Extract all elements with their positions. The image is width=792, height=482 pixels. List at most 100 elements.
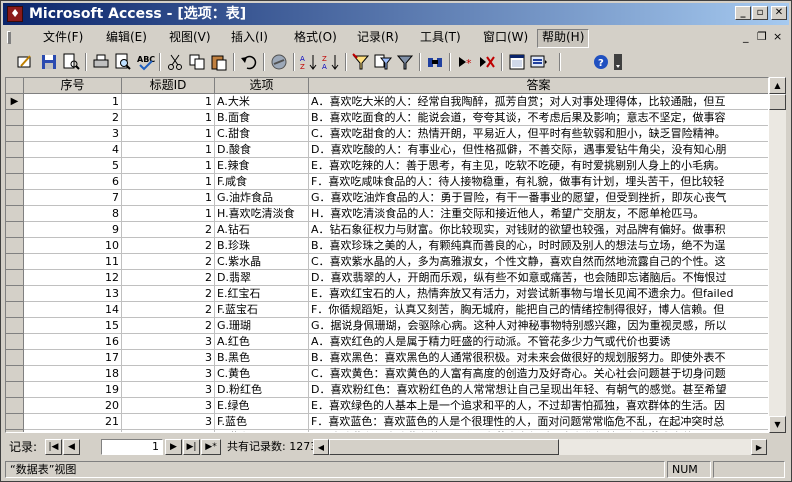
cell-answer[interactable]: G．喜欢紫色：喜欢紫色的人是个具有艺术家气质，富有秘般美，很有艺术家的 xyxy=(309,430,768,432)
cell-answer[interactable]: A．喜欢吃大米的人：经常自我陶醉，孤芳自赏；对人对事处理得体，比较通融，但互 xyxy=(309,94,768,110)
cell-answer[interactable]: A．钻石象征权力与财富。你比较现实，对钱财的欲望也较强，对品牌有偏好。做事积 xyxy=(309,222,768,238)
cell-title-id[interactable]: 1 xyxy=(122,158,215,174)
table-row[interactable]: 18 3 C.黄色 C．喜欢黄色：喜欢黄色的人富有高度的创造力及好奇心。关心社会问题甚… xyxy=(6,366,768,382)
menu-format[interactable]: 格式(O) xyxy=(290,29,341,46)
table-row[interactable]: 19 3 D.粉红色 D．喜欢粉红色：喜欢粉红色的人常常想让自己呈现出年轻、有朝气的感… xyxy=(6,382,768,398)
record-selector[interactable] xyxy=(6,206,24,222)
cell-title-id[interactable]: 2 xyxy=(122,286,215,302)
menu-window[interactable]: 窗口(W) xyxy=(479,29,532,46)
cell-option[interactable]: E.辣食 xyxy=(215,158,309,174)
menu-view[interactable]: 视图(V) xyxy=(165,29,215,46)
paste-icon[interactable] xyxy=(209,52,229,72)
cell-answer[interactable]: B．喜欢吃面食的人：能说会道，夸夸其谈，不考虑后果及影响；意志不坚定，做事容 xyxy=(309,110,768,126)
current-record-input[interactable]: 1 xyxy=(101,439,163,455)
first-record-button[interactable]: |◀ xyxy=(45,439,62,455)
cell-answer[interactable]: H．喜欢吃清淡食品的人：注重交际和接近他人，希望广交朋友，不愿单枪匹马。 xyxy=(309,206,768,222)
menu-grip-icon[interactable] xyxy=(5,29,17,45)
cell-option[interactable]: C.紫水晶 xyxy=(215,254,309,270)
scroll-up-icon[interactable]: ▲ xyxy=(769,77,786,94)
mdi-restore-button[interactable]: ❐ xyxy=(757,31,767,43)
record-selector[interactable] xyxy=(6,414,24,430)
cell-id[interactable]: 2 xyxy=(24,110,122,126)
search-file-icon[interactable] xyxy=(61,52,81,72)
scroll-down-icon[interactable]: ▼ xyxy=(769,416,786,433)
cell-title-id[interactable]: 3 xyxy=(122,430,215,432)
cell-answer[interactable]: F．喜欢蓝色：喜欢蓝色的人是个很理性的人，面对问题常常临危不乱，在起冲突时总 xyxy=(309,414,768,430)
menu-insert[interactable]: 插入(I) xyxy=(227,29,272,46)
record-selector[interactable] xyxy=(6,430,24,432)
table-row[interactable]: 8 1 H.喜欢吃清淡食 H．喜欢吃清淡食品的人：注重交际和接近他人，希望广交朋友，不… xyxy=(6,206,768,222)
scroll-left-icon[interactable]: ◀ xyxy=(313,439,329,455)
cell-option[interactable]: B.面食 xyxy=(215,110,309,126)
menu-records[interactable]: 记录(R) xyxy=(353,29,403,46)
table-row[interactable]: 2 1 B.面食 B．喜欢吃面食的人：能说会道，夸夸其谈，不考虑后果及影响；意志不坚定… xyxy=(6,110,768,126)
cell-title-id[interactable]: 1 xyxy=(122,190,215,206)
table-row[interactable]: 11 2 C.紫水晶 C．喜欢紫水晶的人，多为高雅淑女，个性文静，喜欢自然而然地流露自… xyxy=(6,254,768,270)
record-selector[interactable] xyxy=(6,254,24,270)
hyperlink-icon[interactable] xyxy=(269,52,289,72)
record-selector[interactable] xyxy=(6,318,24,334)
menu-file[interactable]: 文件(F) xyxy=(39,29,87,46)
mdi-close-button[interactable]: × xyxy=(773,31,782,43)
find-icon[interactable] xyxy=(425,52,445,72)
cell-id[interactable]: 17 xyxy=(24,350,122,366)
cell-option[interactable]: B.黑色 xyxy=(215,350,309,366)
filter-by-form-icon[interactable] xyxy=(373,52,393,72)
mdi-minimize-button[interactable]: _ xyxy=(743,31,749,43)
cell-option[interactable]: G.紫色 xyxy=(215,430,309,432)
access-key-icon[interactable]: ♦ xyxy=(7,6,23,22)
cell-option[interactable]: G.油炸食品 xyxy=(215,190,309,206)
title-bar[interactable]: ♦ Microsoft Access - [选项：表] _ ▫ ✕ xyxy=(3,3,789,25)
table-row[interactable]: 12 2 D.翡翠 D．喜欢翡翠的人，开朗而乐观，纵有些不如意或痛苦，也会随即忘诸脑后… xyxy=(6,270,768,286)
cell-answer[interactable]: D．喜欢翡翠的人，开朗而乐观，纵有些不如意或痛苦，也会随即忘诸脑后。不悔恨过 xyxy=(309,270,768,286)
undo-icon[interactable] xyxy=(239,52,259,72)
cell-title-id[interactable]: 1 xyxy=(122,110,215,126)
cell-title-id[interactable]: 2 xyxy=(122,318,215,334)
record-selector[interactable] xyxy=(6,334,24,350)
save-icon[interactable] xyxy=(39,52,59,72)
cell-id[interactable]: 16 xyxy=(24,334,122,350)
record-selector[interactable] xyxy=(6,158,24,174)
delete-record-icon[interactable] xyxy=(477,52,497,72)
cell-id[interactable]: 5 xyxy=(24,158,122,174)
toolbar-options-icon[interactable] xyxy=(613,52,623,72)
record-selector[interactable] xyxy=(6,366,24,382)
menu-help[interactable]: 帮助(H) xyxy=(537,29,590,48)
record-selector[interactable] xyxy=(6,174,24,190)
cell-title-id[interactable]: 1 xyxy=(122,206,215,222)
database-window-icon[interactable] xyxy=(507,52,527,72)
cell-id[interactable]: 21 xyxy=(24,414,122,430)
new-record-icon[interactable]: * xyxy=(455,52,475,72)
cell-id[interactable]: 19 xyxy=(24,382,122,398)
cell-title-id[interactable]: 2 xyxy=(122,270,215,286)
table-row[interactable]: 7 1 G.油炸食品 G．喜欢吃油炸食品的人：勇于冒险，有干一番事业的愿望，但受到挫折… xyxy=(6,190,768,206)
select-all-corner[interactable] xyxy=(6,78,24,94)
cell-id[interactable]: 15 xyxy=(24,318,122,334)
record-selector[interactable] xyxy=(6,238,24,254)
column-header-option[interactable]: 选项 xyxy=(215,78,309,94)
table-row[interactable]: 6 1 F.咸食 F．喜欢吃咸味食品的人：待人接物稳重，有礼貌，做事有计划，埋头苦干，… xyxy=(6,174,768,190)
table-row[interactable]: 17 3 B.黑色 B．喜欢黑色：喜欢黑色的人通常很积极。对未来会做很好的规划服努力。… xyxy=(6,350,768,366)
table-row[interactable]: 14 2 F.蓝宝石 F．你循规蹈矩，认真又刻苦，胸无城府，能把自己的情绪控制得很好，… xyxy=(6,302,768,318)
cell-id[interactable]: 18 xyxy=(24,366,122,382)
record-selector[interactable] xyxy=(6,350,24,366)
record-selector[interactable] xyxy=(6,222,24,238)
spelling-icon[interactable]: ABC xyxy=(135,52,155,72)
filter-by-selection-icon[interactable] xyxy=(351,52,371,72)
table-row[interactable]: 20 3 E.绿色 E．喜欢绿色的人基本上是一个追求和平的人，不过却害怕孤独，喜欢群体… xyxy=(6,398,768,414)
previous-record-button[interactable]: ◀ xyxy=(63,439,80,455)
cell-answer[interactable]: C．喜欢黄色：喜欢黄色的人富有高度的创造力及好奇心。关心社会问题甚于切身问题 xyxy=(309,366,768,382)
scroll-thumb[interactable] xyxy=(769,94,786,110)
close-button[interactable]: ✕ xyxy=(771,6,787,20)
cell-title-id[interactable]: 1 xyxy=(122,126,215,142)
cell-title-id[interactable]: 3 xyxy=(122,350,215,366)
print-preview-icon[interactable] xyxy=(113,52,133,72)
cell-id[interactable]: 8 xyxy=(24,206,122,222)
cell-answer[interactable]: G．喜欢吃油炸食品的人：勇于冒险，有干一番事业的愿望，但受到挫折，即灰心丧气 xyxy=(309,190,768,206)
table-row[interactable]: 9 2 A.钻石 A．钻石象征权力与财富。你比较现实，对钱财的欲望也较强，对品牌有偏好… xyxy=(6,222,768,238)
cell-answer[interactable]: D．喜欢粉红色：喜欢粉红色的人常常想让自己呈现出年轻、有朝气的感觉。甚至希望 xyxy=(309,382,768,398)
record-selector[interactable] xyxy=(6,126,24,142)
cell-option[interactable]: H.喜欢吃清淡食 xyxy=(215,206,309,222)
cell-title-id[interactable]: 2 xyxy=(122,222,215,238)
datasheet-grid[interactable]: 序号 标题ID 选项 答案 ▶ 1 1 A.大米 A．喜欢吃大米的人：经常自我陶醉，孤芳… xyxy=(5,77,769,433)
